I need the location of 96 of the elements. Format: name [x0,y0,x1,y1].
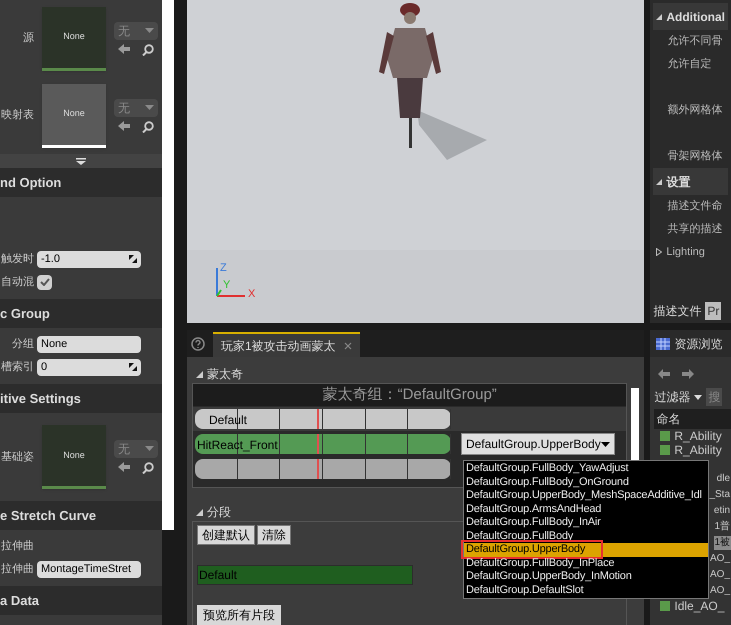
search-icon[interactable] [142,120,154,133]
preview-button[interactable]: 预览所有片段 [196,605,281,625]
caret-icon [145,446,154,452]
asset-icon [660,601,670,611]
section-header[interactable]: itive Settings [0,384,162,413]
section-header[interactable]: c Group [0,298,162,328]
text-field[interactable]: None [37,336,141,353]
toolbar-button[interactable]: 创建默认 [196,525,255,545]
asset-row[interactable]: AO_ [710,568,731,582]
slot-dropdown[interactable]: DefaultGroup.UpperBody [460,433,615,455]
property-label: 额外网格体 [667,102,722,118]
number-field[interactable]: 0 [37,358,141,376]
column-header[interactable]: 命名 [654,409,731,429]
asset-icon [660,431,670,441]
section-header[interactable]: 设置 [653,168,728,195]
menu-item[interactable]: DefaultGroup.ArmsAndHead [464,502,708,516]
spin-icon [129,255,137,264]
asset-thumbnail[interactable]: None [42,6,106,71]
collapse-icon[interactable] [196,370,203,378]
editor-tab[interactable]: 玩家1被攻击动画蒙太 [212,332,360,357]
profile-label: 描述文件 [653,303,702,320]
asset-row[interactable]: 1普 [714,520,731,534]
axis-label: Z [220,261,227,276]
arrow-left-icon[interactable] [118,44,130,54]
spin-icon [129,363,137,372]
menu-item[interactable]: DefaultGroup.FullBody_OnGround [464,476,708,489]
expand-icon[interactable] [76,158,86,165]
property-label: 源 [23,32,34,44]
property-label: 自动混 [1,276,34,288]
number-field[interactable]: -1.0 [37,250,141,268]
grid-icon [656,338,670,350]
forward-icon[interactable] [682,369,694,379]
asset-row[interactable]: R_Ability [654,429,731,443]
collapsed-section[interactable]: Lighting [653,241,728,263]
caret-icon [145,105,154,110]
asset-icon [660,445,670,455]
property-label: 骨架网格体 [667,148,722,164]
property-label: 映射表 [1,109,34,122]
montage-group-title: 蒙太奇组：“DefaultGroup” [192,384,626,406]
axis-label: Y [222,278,230,293]
asset-thumbnail[interactable]: None [42,84,106,148]
asset-row[interactable]: etin [714,504,731,518]
property-label: 分组 [12,338,34,350]
asset-row[interactable]: _Sta [709,488,731,502]
caret-icon [600,442,610,446]
menu-item[interactable]: DefaultGroup.FullBody [464,530,708,543]
toolbar-button[interactable]: 清除 [256,525,291,545]
menu-item[interactable]: DefaultGroup.FullBody_InAir [464,516,708,530]
section-header[interactable]: Additional [653,3,728,30]
close-icon[interactable] [344,342,352,350]
property-label: 拉伸曲 [1,563,34,576]
property-label: 允许自定 [667,56,712,72]
axis-label: X [248,287,256,302]
menu-item[interactable]: DefaultGroup.UpperBody_MeshSpaceAdditive_Idl [464,489,708,502]
property-label: 槽索引 [1,361,34,374]
property-label: 拉伸曲 [1,540,34,552]
menu-item[interactable]: DefaultGroup.DefaultSlot [464,584,708,597]
profile-field[interactable]: Pr [705,302,722,320]
asset-row[interactable]: R_Ability [654,443,731,457]
asset-row[interactable]: dle [716,472,731,486]
asset-row[interactable]: AO_ [710,584,731,598]
arrow-left-icon[interactable] [118,462,130,472]
checkbox[interactable] [37,274,52,290]
help-icon[interactable] [190,337,205,351]
menu-item[interactable]: DefaultGroup.UpperBody [464,543,708,556]
section-header[interactable]: nd Option [0,168,162,197]
section-header[interactable]: a Data [0,586,162,615]
asset-thumbnail[interactable]: None [42,424,106,489]
arrow-left-icon[interactable] [118,120,130,131]
asset-row[interactable]: AO_ [710,552,731,566]
asset-row[interactable]: Idle_AO_ [654,599,731,613]
expand-icon [656,248,662,256]
menu-item[interactable]: DefaultGroup.FullBody_YawAdjust [464,462,708,476]
menu-item[interactable]: DefaultGroup.UpperBody_InMotion [464,570,708,584]
search-icon[interactable] [142,44,154,56]
collapse-icon [656,14,662,20]
filter-button[interactable]: 过滤器 [654,388,690,406]
text-field[interactable]: MontageTimeStret [37,560,141,578]
menu-item[interactable]: DefaultGroup.FullBody_InPlace [464,556,708,570]
scrollbar[interactable] [162,0,174,530]
section-header[interactable]: e Stretch Curve [0,500,162,530]
caret-icon [694,394,702,400]
asset-row[interactable]: 1被 [714,536,731,550]
property-label: 基础姿 [1,450,34,463]
section-title: 分段 [206,504,231,521]
collapse-icon[interactable] [196,508,203,516]
caret-icon [145,28,154,34]
property-label: 允许不同骨 [667,34,722,50]
collapse-icon [656,178,662,184]
section-title: 蒙太奇 [206,366,243,383]
property-label: 触发时 [1,253,34,266]
property-label: 共享的描述 [667,222,722,238]
back-icon[interactable] [658,369,670,379]
track-bar[interactable] [194,459,451,479]
search-icon[interactable] [142,462,154,474]
property-label: 描述文件命 [667,198,722,214]
